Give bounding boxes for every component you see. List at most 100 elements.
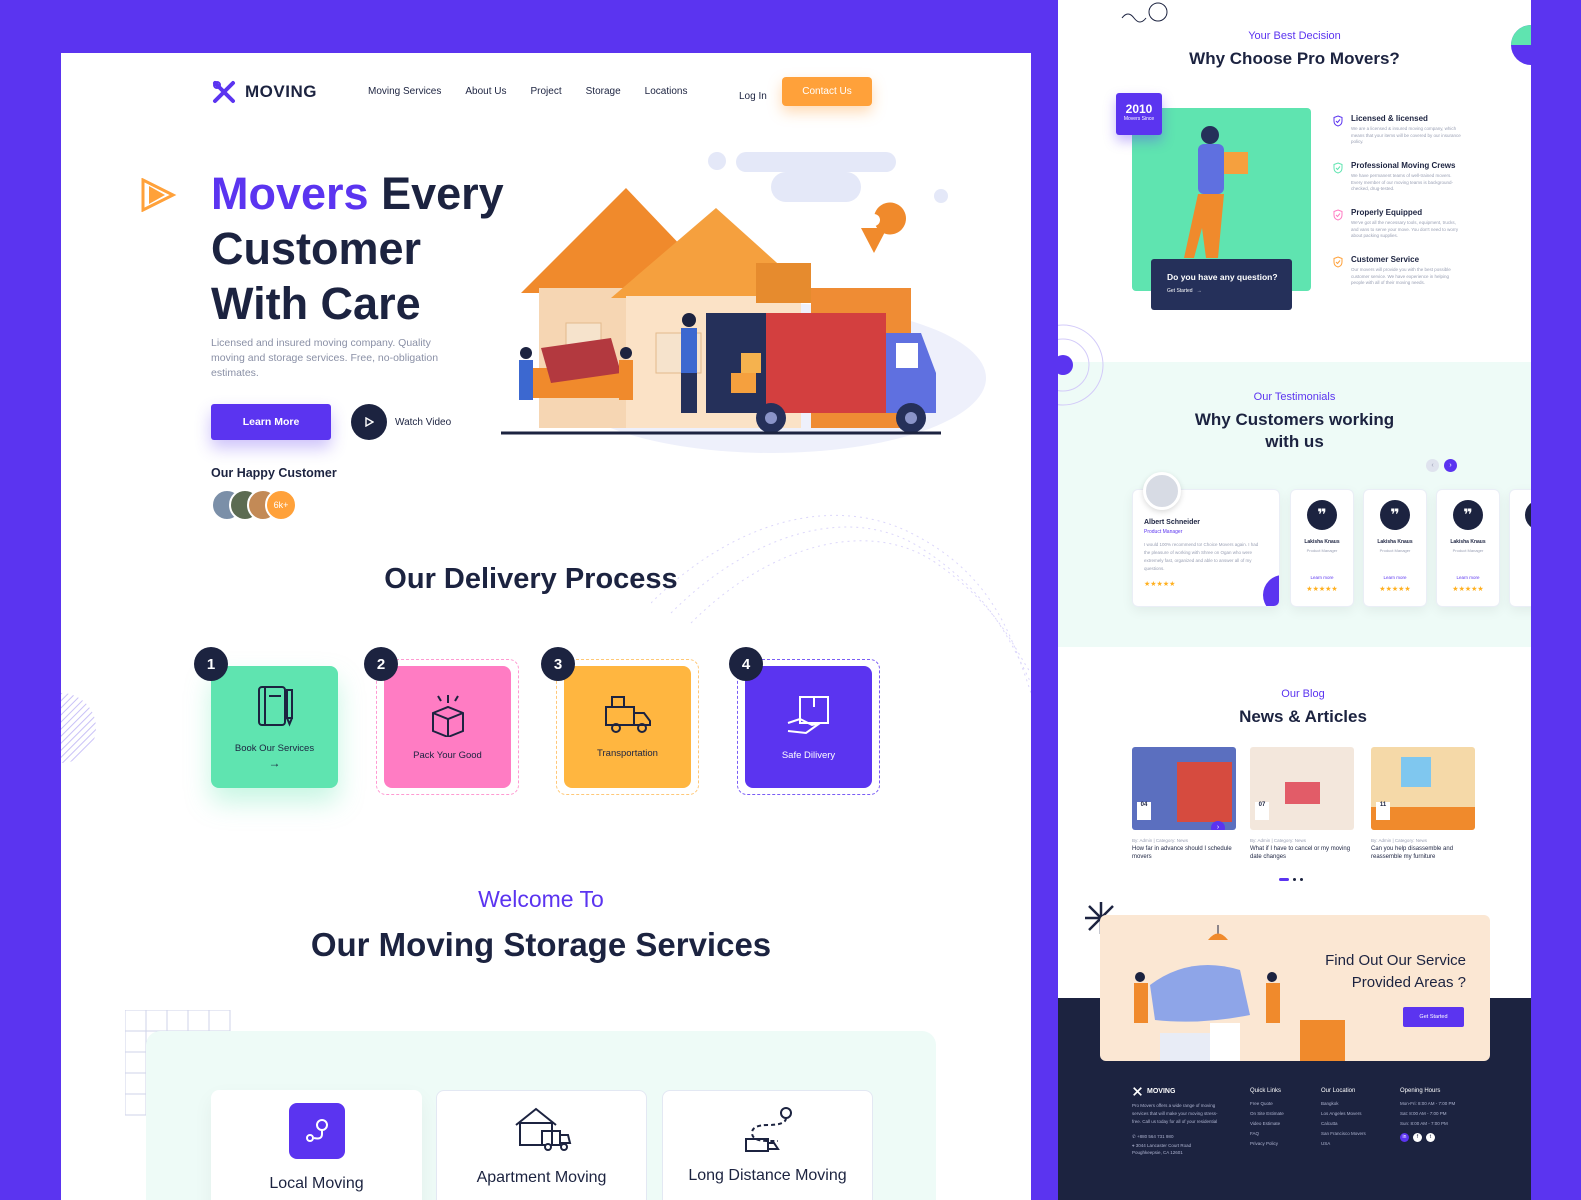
footer-link[interactable]: San Francisco Movers [1321,1129,1366,1139]
step-book-services[interactable]: Book Our Services → [211,666,338,788]
get-started-button[interactable]: Get Started [1403,1007,1464,1027]
testimonial-text: I would 100% recommend to! Choice Movers… [1144,542,1259,571]
since-label: Movers Since [1123,116,1155,122]
footer-link[interactable]: USA [1321,1139,1366,1149]
get-started-link[interactable]: Get Started → [1167,288,1292,294]
hero-description: Licensed and insured moving company. Qua… [211,337,439,379]
feature-text: We've got all the necessary tools, equip… [1351,220,1459,238]
contact-us-button[interactable]: Contact Us [782,77,872,106]
twitter-icon[interactable]: t [1426,1133,1435,1142]
feature-item: Professional Moving Crews We have permane… [1333,161,1463,208]
testimonial-role: Product Manager [1379,548,1411,553]
footer-link[interactable]: Video Estimate [1250,1119,1284,1129]
service-card-long-distance[interactable]: Long Distance Moving [662,1090,873,1200]
heading-line: with us [1265,432,1324,451]
footer-link[interactable]: On Site Estimate [1250,1109,1284,1119]
footer-link[interactable]: Los Angeles Movers [1321,1109,1366,1119]
areas-line: Provided Areas ? [1351,974,1466,991]
watch-video-button[interactable]: Watch Video [351,404,451,440]
service-card-apartment-moving[interactable]: Apartment Moving [436,1090,647,1200]
storage-services-heading: Our Moving Storage Services [310,926,772,963]
date-day: 04 [1140,802,1148,808]
blog-post[interactable]: 11 By: Admin | Category: News Can you he… [1371,747,1475,861]
feature-item: Customer Service Our movers will provide … [1333,255,1463,302]
service-areas-banner: Find Out Our Service Provided Areas ? Ge… [1100,915,1490,1061]
quote-icon: ❞ [1307,500,1337,530]
testimonial-role: Product Manager [1306,548,1338,553]
step-pack-goods[interactable]: Pack Your Good [384,666,511,788]
arrow-right-icon[interactable]: › [1211,821,1225,830]
arrow-right-icon[interactable]: → [269,756,281,770]
step-label: Transportation [597,748,658,759]
prev-arrow-icon[interactable]: ‹ [1426,459,1439,472]
footer-column-title: Our Location [1321,1088,1356,1094]
dot[interactable] [1300,878,1303,881]
blog-meta: By: Admin | Category: News [1132,838,1188,843]
testimonials-eyebrow: Our Testimonials [1253,391,1336,403]
hero-illustration [471,148,991,458]
footer-link[interactable]: Free Quote [1250,1099,1284,1109]
blog-post[interactable]: 07 By: Admin | Category: News What if I … [1250,747,1354,861]
gift-box-icon [427,693,469,742]
play-icon [351,404,387,440]
opening-hours-column: Opening Hours Mon-Fri: 8:00 AM - 7:00 PM… [1400,1088,1455,1142]
learn-more-link[interactable]: Learn more [1383,575,1406,580]
footer-link[interactable]: Privacy Policy [1250,1139,1284,1149]
logo-mark-icon [211,79,237,105]
footer-link[interactable]: Bangkok [1321,1099,1366,1109]
login-link[interactable]: Log In [739,91,767,102]
testimonial-card: ❞ Lakisha Knaus Product Manager Learn mo… [1290,489,1354,607]
footer-link[interactable]: Calcutta [1321,1119,1366,1129]
notebook-icon [255,684,295,735]
nav-item-locations[interactable]: Locations [645,86,688,97]
learn-more-button[interactable]: Learn More [211,404,331,440]
service-title: Local Moving [269,1175,364,1192]
carousel-dots[interactable] [1279,878,1303,881]
footer-logo[interactable]: MOVING [1132,1086,1222,1097]
nav-item-about-us[interactable]: About Us [465,86,506,97]
location-column: Our Location Bangkok Los Angeles Movers … [1321,1088,1366,1149]
nav-item-project[interactable]: Project [531,86,562,97]
nav-item-storage[interactable]: Storage [586,86,621,97]
footer-link[interactable]: FAQ [1250,1129,1284,1139]
facebook-icon[interactable]: f [1413,1133,1422,1142]
step-transportation[interactable]: Transportation [564,666,691,788]
why-heading: Why Choose Pro Movers? [1189,49,1400,68]
stripe-circle-decoration [61,693,97,768]
testimonial-name: Albert Schneider [1144,519,1201,526]
footer-brand: MOVING Pro Movers offers a wide range of… [1132,1086,1222,1156]
rating-stars: ★★★★★ [1379,586,1411,593]
step-safe-delivery[interactable]: Safe Dilivery [745,666,872,788]
house-truck-icon [512,1105,572,1151]
brand-name: MOVING [245,82,317,101]
heading-line: Why Customers working [1194,410,1395,429]
location-route-icon [288,1103,345,1159]
next-arrow-icon[interactable]: › [1444,459,1457,472]
customer-avatars: 6k+ [211,489,311,523]
learn-more-link[interactable]: Learn more [1456,575,1479,580]
step-number: 2 [364,647,398,681]
footer-brand-name: MOVING [1147,1088,1176,1095]
hero-title-accent: Movers [211,168,369,219]
nav-item-moving-services[interactable]: Moving Services [368,86,441,97]
shield-check-icon [1333,255,1343,302]
service-card-local-moving[interactable]: Local Moving [211,1090,422,1200]
footer-phone: ✆ +880 564 731 980 [1132,1132,1222,1142]
testimonial-name: Lakisha Knaus [1377,539,1413,545]
hero-title-line3: With Care [211,278,421,329]
dot[interactable] [1293,878,1296,881]
date-day: 11 [1379,802,1387,808]
blog-image: 04 › [1132,747,1236,830]
linkedin-icon[interactable]: in [1400,1133,1409,1142]
date-badge: 07 [1255,802,1269,820]
learn-more-link[interactable]: Learn more [1310,575,1333,580]
testimonial-card: ❞ Lakisha Knaus Product Manager Learn mo… [1363,489,1427,607]
dot-active[interactable] [1279,878,1289,881]
features-list: Licensed & licensed We are a licensed & i… [1333,114,1463,302]
brand-logo[interactable]: MOVING [211,79,317,105]
delivery-box-icon [786,693,832,742]
question-box: Do you have any question? Get Started → [1151,259,1292,310]
blog-post[interactable]: 04 › By: Admin | Category: News How far … [1132,747,1236,861]
feature-item: Licensed & licensed We are a licensed & i… [1333,114,1463,161]
feature-text: Our movers will provide you with the bes… [1351,267,1451,285]
